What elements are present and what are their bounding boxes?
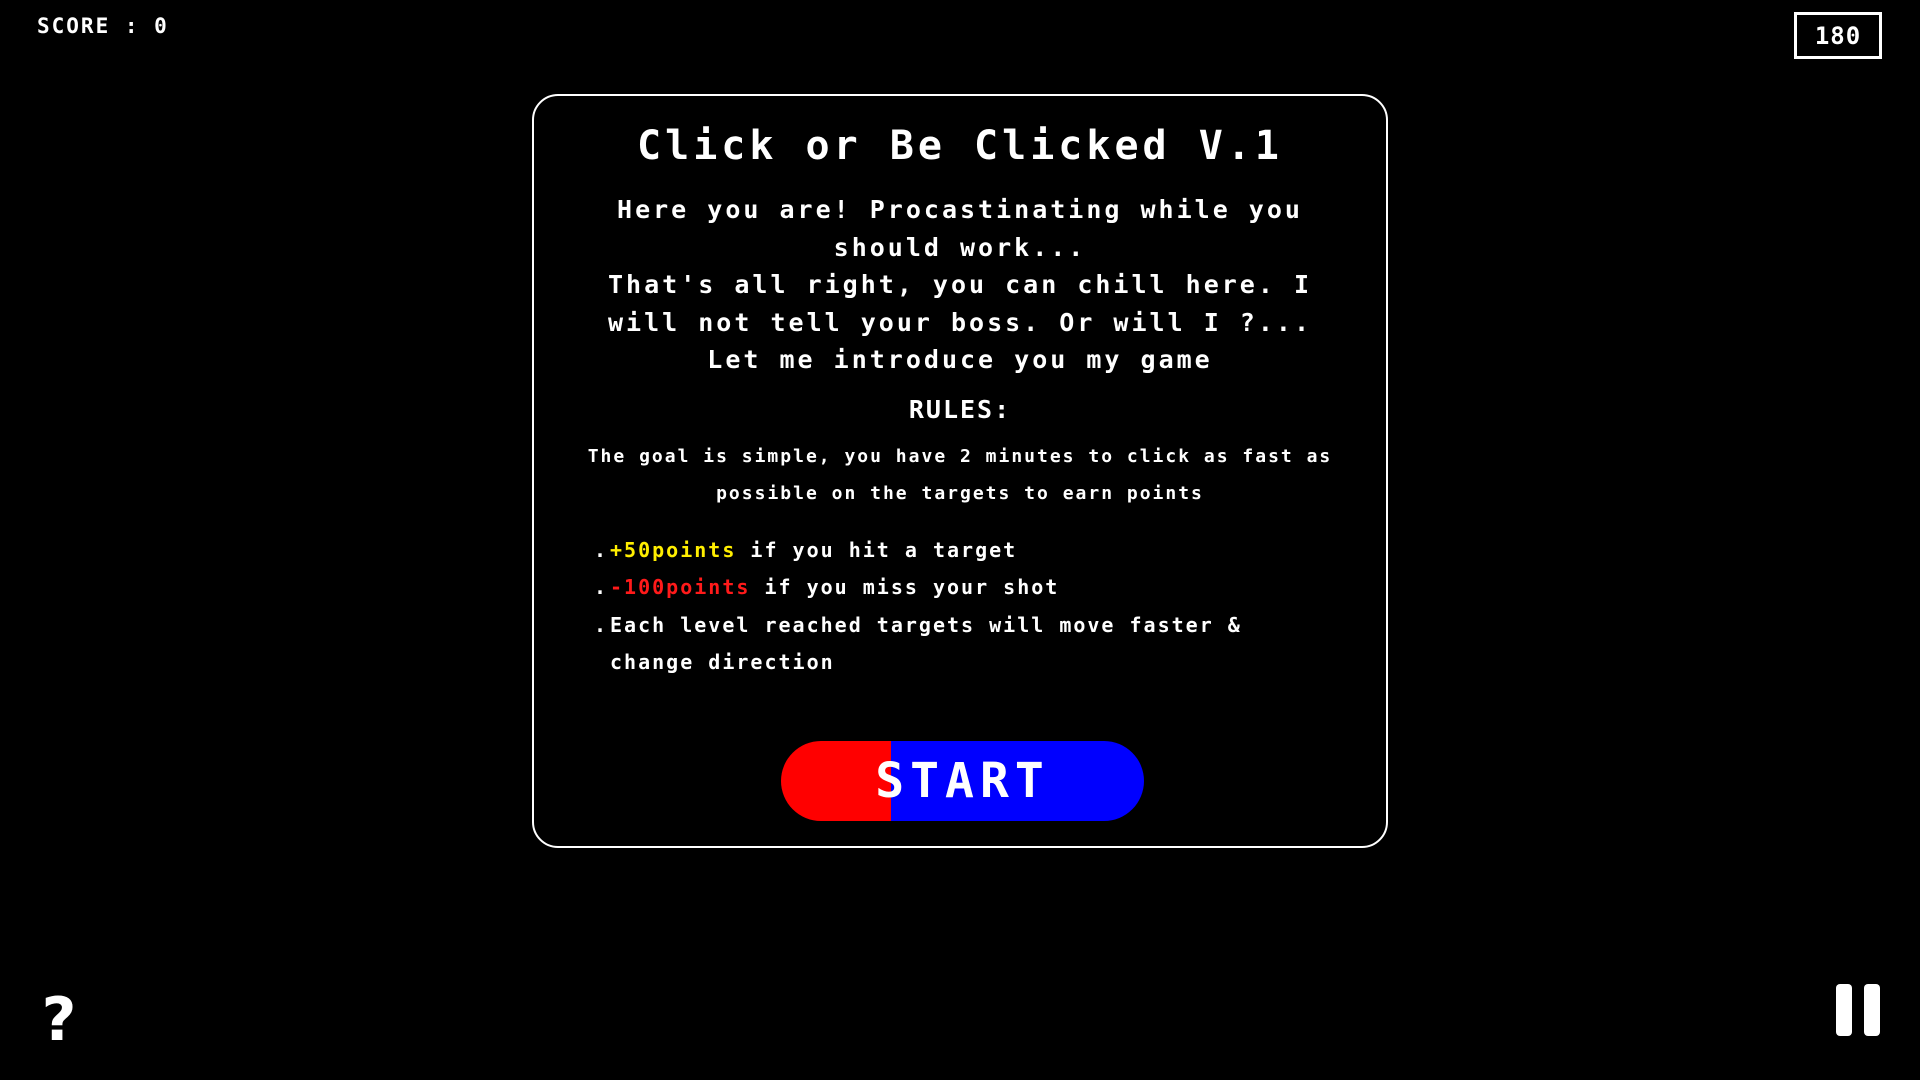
rule-text: if you hit a target xyxy=(736,537,1018,562)
intro-text: Here you are! Procastinating while you s… xyxy=(554,191,1366,379)
rule-highlight: +50points xyxy=(610,537,737,562)
game-title: Click or Be Clicked V.1 xyxy=(637,123,1283,169)
rule-text: Each level reached targets will move fas… xyxy=(610,612,1242,675)
intro-line: That's all right, you can chill here. I … xyxy=(608,270,1312,337)
intro-line: Let me introduce you my game xyxy=(707,345,1213,374)
pause-bar xyxy=(1864,984,1880,1036)
goal-text: The goal is simple, you have 2 minutes t… xyxy=(587,445,1333,504)
rule-item: +50points if you hit a target xyxy=(592,532,1326,570)
pause-icon[interactable] xyxy=(1836,984,1882,1036)
game-stage: SCORE : 0 180 Click or Be Clicked V.1 He… xyxy=(0,0,1920,1080)
rule-text: if you miss your shot xyxy=(750,575,1060,599)
rules-list: +50points if you hit a target -100points… xyxy=(554,532,1366,682)
intro-line: Here you are! Procastinating while you s… xyxy=(617,195,1303,262)
rule-highlight: -100points xyxy=(610,575,751,599)
start-button[interactable]: START xyxy=(781,741,1144,821)
help-button[interactable]: ? xyxy=(34,990,84,1050)
countdown-timer: 180 xyxy=(1794,12,1882,59)
pause-bar xyxy=(1836,984,1852,1036)
rules-heading: RULES: xyxy=(908,394,1012,424)
intro-panel: Click or Be Clicked V.1 Here you are! Pr… xyxy=(532,94,1388,848)
score-display: SCORE : 0 xyxy=(37,14,169,38)
rule-item: Each level reached targets will move fas… xyxy=(592,607,1326,682)
rule-item: -100points if you miss your shot xyxy=(592,569,1326,607)
